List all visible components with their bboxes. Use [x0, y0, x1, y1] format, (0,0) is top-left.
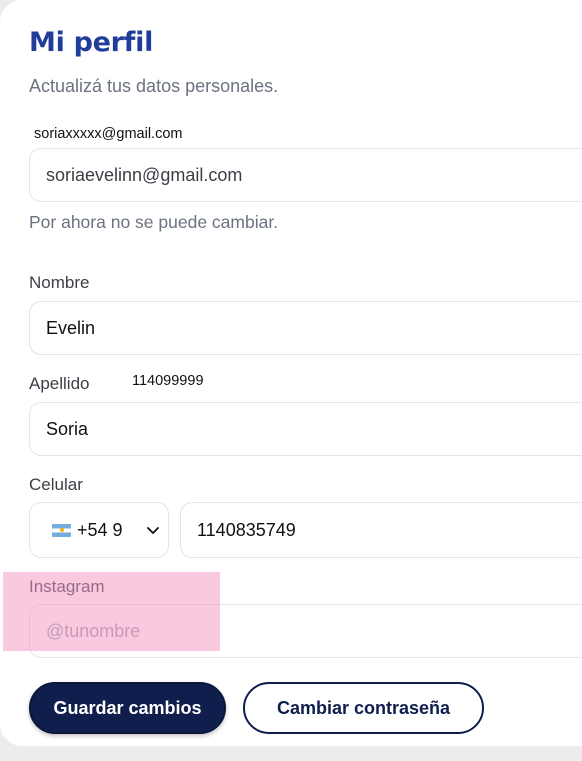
chevron-down-icon — [147, 527, 159, 534]
instagram-label: Instagram — [29, 577, 105, 596]
instagram-field[interactable] — [29, 604, 582, 658]
email-helper-text: Por ahora no se puede cambiar. — [29, 212, 279, 232]
celular-label: Celular — [29, 475, 83, 494]
nombre-field[interactable] — [29, 301, 582, 355]
change-password-button[interactable]: Cambiar contraseña — [243, 682, 484, 734]
argentina-flag-icon — [52, 523, 71, 537]
save-button[interactable]: Guardar cambios — [29, 682, 226, 734]
profile-card: Mi perfil Actualizá tus datos personales… — [0, 0, 582, 746]
phone-number-field[interactable] — [180, 502, 582, 558]
country-code-select[interactable]: +54 9 — [29, 502, 169, 558]
email-field[interactable] — [29, 148, 582, 202]
page-subtitle: Actualizá tus datos personales. — [29, 76, 279, 96]
country-code-value: +54 9 — [77, 519, 123, 540]
page-title: Mi perfil — [29, 27, 154, 58]
nombre-label: Nombre — [29, 273, 90, 292]
apellido-field[interactable] — [29, 402, 582, 456]
phone-annotation: 114099999 — [128, 373, 208, 393]
apellido-label: Apellido — [29, 374, 90, 393]
email-annotation: soriaxxxxx@gmail.com — [31, 126, 186, 142]
